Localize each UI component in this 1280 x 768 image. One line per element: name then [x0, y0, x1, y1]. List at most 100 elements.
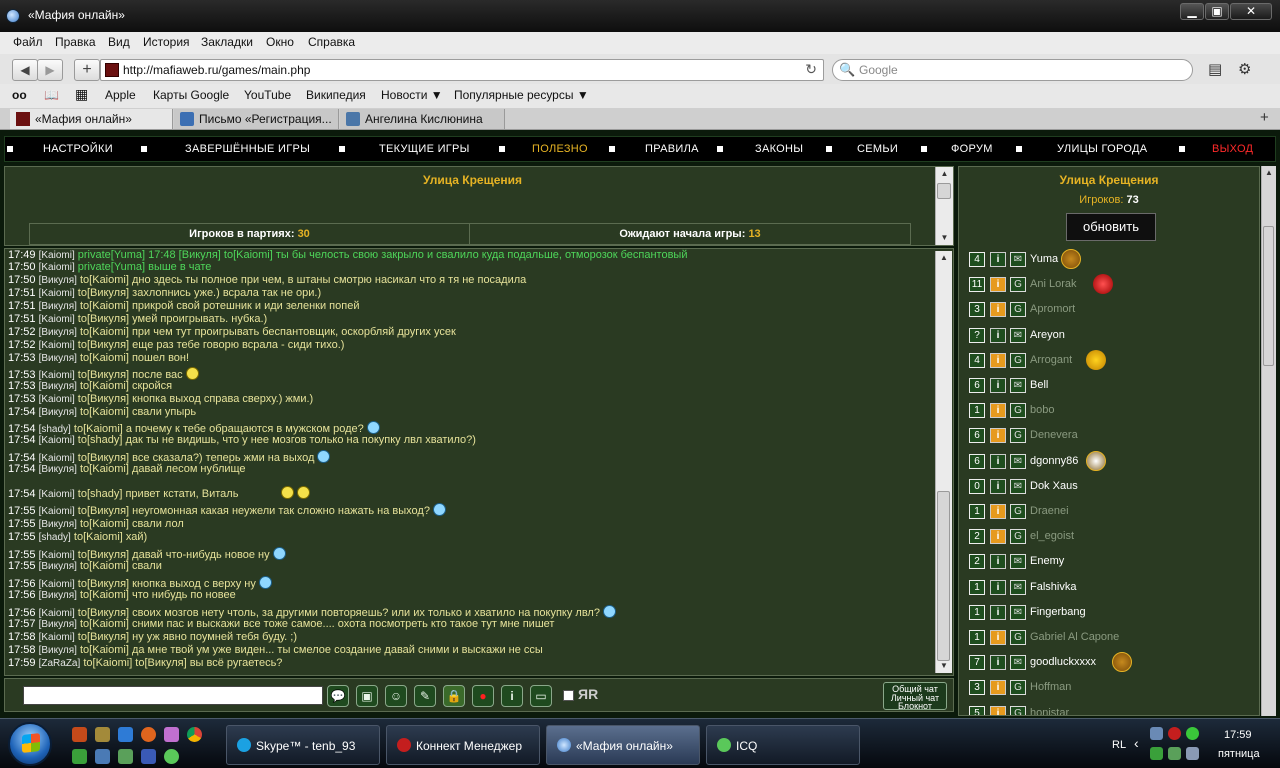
language-indicator[interactable]: RL	[1112, 739, 1126, 751]
menu-file[interactable]: Файл	[13, 35, 43, 49]
firefox-icon[interactable]	[141, 727, 156, 742]
player-info-icon[interactable]: i	[990, 529, 1006, 545]
player-info-icon[interactable]: i	[990, 352, 1006, 368]
nav-rules[interactable]: ПРАВИЛА	[645, 143, 699, 155]
close-button[interactable]: ✕	[1230, 3, 1272, 20]
scroll-thumb[interactable]	[1263, 226, 1274, 366]
message-author[interactable]: [Викуля]	[39, 327, 77, 338]
info-button[interactable]: i	[501, 685, 523, 707]
player-guest-icon[interactable]: G	[1010, 705, 1026, 715]
message-author[interactable]: [Kaiomi]	[39, 435, 75, 446]
player-row[interactable]: 4 i G Arrogant	[969, 349, 1249, 370]
player-name[interactable]: Hoffman	[1030, 681, 1071, 693]
player-guest-icon[interactable]: G	[1010, 529, 1026, 545]
nav-forum[interactable]: ФОРУМ	[951, 143, 993, 155]
calculator-button[interactable]: ▣	[356, 685, 378, 707]
player-name[interactable]: Gabriel Al Capone	[1030, 631, 1119, 643]
message-author[interactable]: [Викуля]	[39, 407, 77, 418]
nav-city-streets[interactable]: УЛИЦЫ ГОРОДА	[1057, 143, 1147, 155]
smiley-button[interactable]: ☺	[385, 685, 407, 707]
tray-expand-icon[interactable]: ‹	[1134, 735, 1139, 751]
chat-message-input[interactable]	[23, 686, 323, 705]
bookmark-wikipedia[interactable]: Википедия	[306, 88, 366, 102]
player-message-icon[interactable]: ✉	[1010, 327, 1026, 343]
player-row[interactable]: 1 i G Gabriel Al Capone	[969, 629, 1249, 647]
player-row[interactable]: 3 i G Apromort	[969, 301, 1249, 319]
scroll-down-arrow[interactable]: ▼	[936, 659, 952, 672]
player-name[interactable]: Enemy	[1030, 555, 1064, 567]
message-author[interactable]: [Kaiomi]	[39, 262, 75, 273]
maximize-button[interactable]: ▣	[1205, 3, 1229, 20]
player-info-icon[interactable]: i	[990, 604, 1006, 620]
message-author[interactable]: [Викуля]	[39, 353, 77, 364]
menu-view[interactable]: Вид	[108, 35, 130, 49]
back-button[interactable]: ◀	[12, 59, 38, 81]
menu-help[interactable]: Справка	[308, 35, 355, 49]
clock-time[interactable]: 17:59	[1224, 729, 1252, 741]
message-author[interactable]: [Kaiomi]	[39, 632, 75, 643]
player-message-icon[interactable]: ✉	[1010, 579, 1026, 595]
player-guest-icon[interactable]: G	[1010, 352, 1026, 368]
player-message-icon[interactable]: ✉	[1010, 604, 1026, 620]
tab-vk[interactable]: Ангелина Кислюнина	[340, 109, 505, 129]
player-info-icon[interactable]: i	[990, 705, 1006, 715]
message-author[interactable]: [Викуля]	[39, 619, 77, 630]
player-info-icon[interactable]: i	[990, 403, 1006, 419]
scroll-down-arrow[interactable]: ▼	[936, 231, 953, 244]
message-author[interactable]: [Kaiomi]	[39, 314, 75, 325]
record-button[interactable]: ●	[472, 685, 494, 707]
scroll-up-arrow[interactable]: ▲	[936, 167, 953, 180]
tray-icon[interactable]	[1150, 747, 1163, 760]
page-menu-icon[interactable]: ▤	[1208, 60, 1222, 78]
player-name[interactable]: Yuma	[1030, 253, 1058, 265]
scroll-thumb[interactable]	[937, 491, 950, 661]
lock-button[interactable]: 🔒	[443, 685, 465, 707]
nav-useful[interactable]: ПОЛЕЗНО	[532, 143, 588, 155]
player-name[interactable]: Draenei	[1030, 505, 1069, 517]
player-row[interactable]: 4 i ✉ Yuma	[969, 249, 1249, 269]
message-author[interactable]: [Kaiomi]	[39, 506, 75, 517]
player-info-icon[interactable]: i	[990, 252, 1006, 267]
chat-scrollbar[interactable]: ▲ ▼	[935, 251, 952, 673]
player-message-icon[interactable]: ✉	[1010, 478, 1026, 494]
menu-window[interactable]: Окно	[266, 35, 294, 49]
player-name[interactable]: honistar	[1030, 707, 1069, 715]
player-info-icon[interactable]: i	[990, 302, 1006, 318]
add-bookmark-button[interactable]: +	[74, 59, 100, 81]
reader-icon[interactable]: oo	[12, 88, 27, 102]
player-name[interactable]: Fingerbang	[1030, 606, 1086, 618]
tab-mafia[interactable]: «Мафия онлайн»	[10, 109, 173, 129]
scroll-thumb[interactable]	[937, 183, 951, 199]
forward-button[interactable]: ▶	[37, 59, 63, 81]
tray-icon[interactable]	[1186, 747, 1199, 760]
players-scrollbar[interactable]: ▲	[1261, 166, 1276, 716]
quicklaunch-icon[interactable]	[95, 727, 110, 742]
tray-icon[interactable]	[1168, 727, 1181, 740]
message-author[interactable]: [Викуля]	[39, 645, 77, 656]
nav-laws[interactable]: ЗАКОНЫ	[755, 143, 803, 155]
nav-exit[interactable]: ВЫХОД	[1212, 143, 1253, 155]
player-guest-icon[interactable]: G	[1010, 680, 1026, 696]
ie-icon[interactable]	[118, 727, 133, 742]
player-name[interactable]: goodluckxxxx	[1030, 656, 1096, 668]
player-guest-icon[interactable]: G	[1010, 277, 1026, 293]
player-name[interactable]: bobo	[1030, 404, 1054, 416]
player-message-icon[interactable]: ✉	[1010, 378, 1026, 393]
player-info-icon[interactable]: i	[990, 277, 1006, 293]
chat-mode-switch[interactable]: Общий чат Личный чат Блокнот	[883, 682, 947, 711]
tray-icon[interactable]	[1168, 747, 1181, 760]
player-row[interactable]: 6 i G Denevera	[969, 427, 1249, 445]
message-author[interactable]: [shady]	[39, 532, 71, 543]
chrome-icon[interactable]	[187, 727, 202, 742]
player-info-icon[interactable]: i	[990, 378, 1006, 393]
bookmark-apple[interactable]: Apple	[105, 88, 136, 102]
quicklaunch-icon[interactable]	[164, 727, 179, 742]
message-author[interactable]: [Викуля]	[39, 301, 77, 312]
tray-icon[interactable]	[1150, 727, 1163, 740]
room-scrollbar[interactable]: ▲ ▼	[935, 167, 953, 245]
player-name[interactable]: Denevera	[1030, 429, 1078, 441]
menu-edit[interactable]: Правка	[55, 35, 96, 49]
player-info-icon[interactable]: i	[990, 579, 1006, 595]
menu-history[interactable]: История	[143, 35, 190, 49]
nav-finished-games[interactable]: ЗАВЕРШЁННЫЕ ИГРЫ	[185, 143, 310, 155]
